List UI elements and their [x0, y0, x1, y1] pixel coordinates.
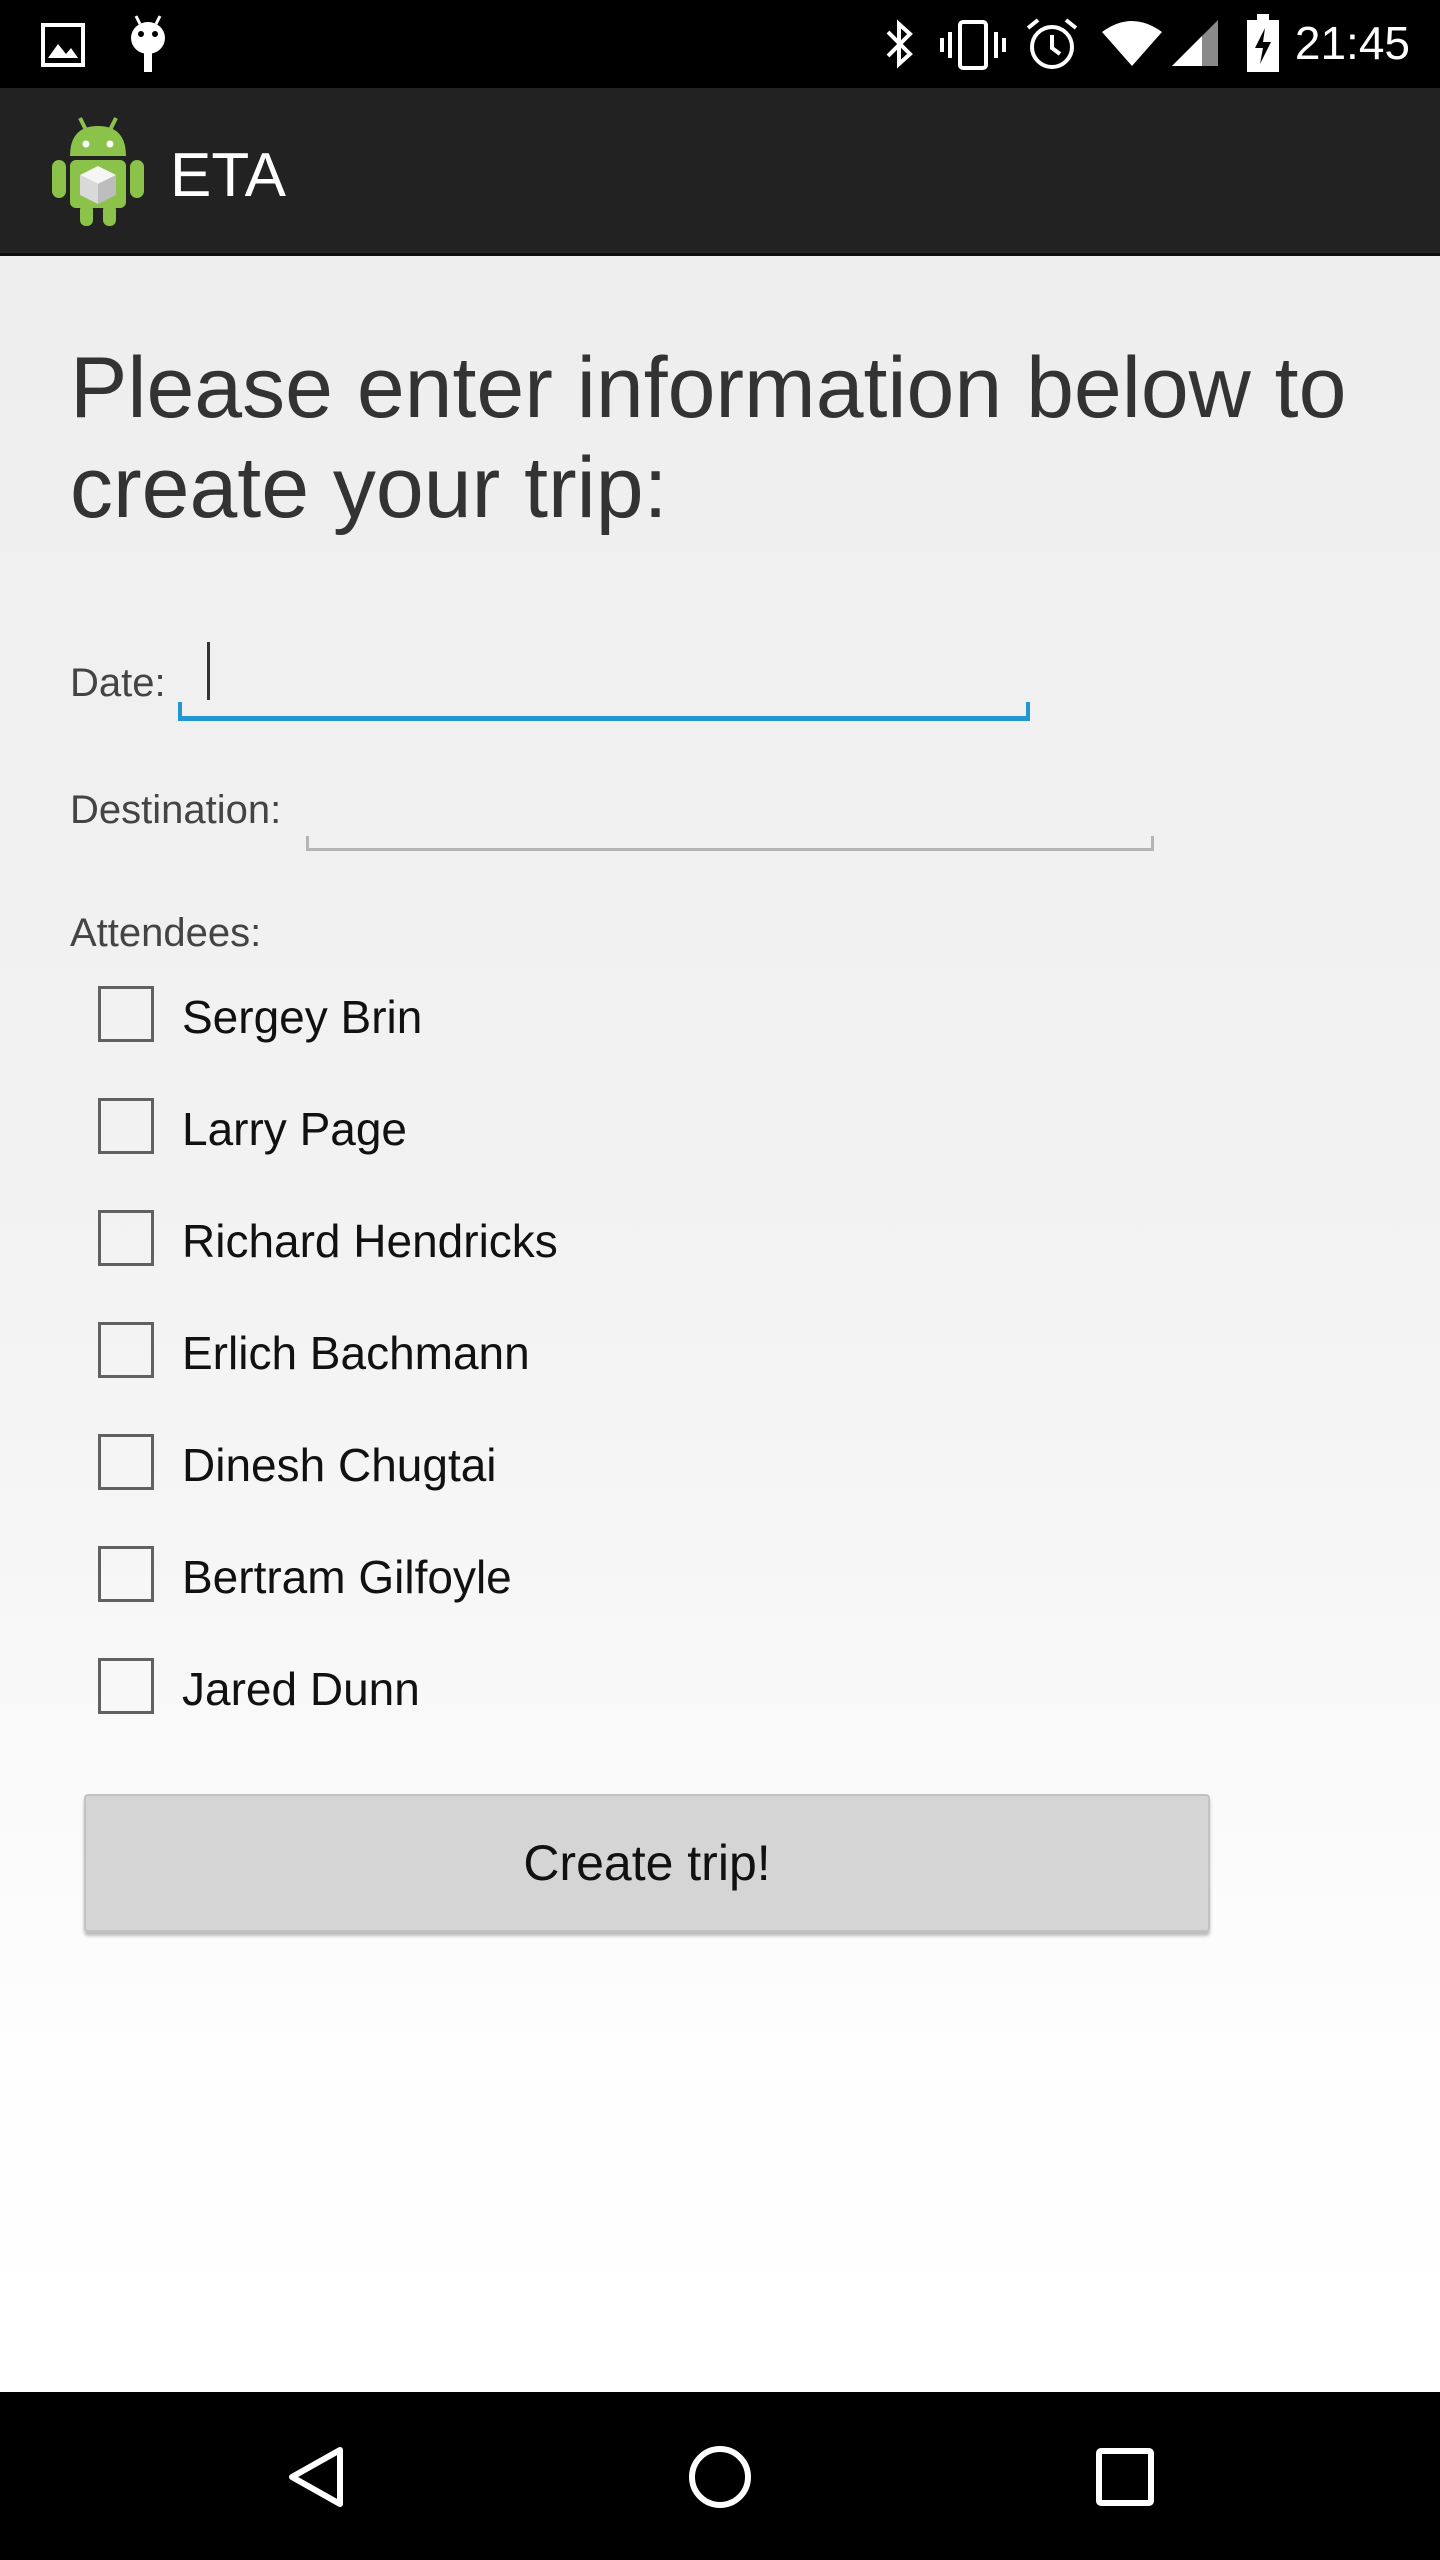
date-input-underline [178, 716, 1030, 721]
cell-signal-icon [1170, 18, 1220, 73]
status-time: 21:45 [1294, 17, 1410, 69]
vibrate-icon [940, 20, 1006, 75]
wifi-icon [1100, 18, 1164, 73]
attendee-name: Bertram Gilfoyle [182, 1551, 512, 1603]
destination-input[interactable] [310, 764, 1150, 844]
attendee-checkbox-row[interactable]: Larry Page [96, 1086, 996, 1172]
checkbox[interactable] [98, 1658, 154, 1714]
attendee-checkbox-row[interactable]: Sergey Brin [96, 974, 996, 1060]
checkbox[interactable] [98, 1434, 154, 1490]
recents-icon[interactable] [1080, 2432, 1170, 2522]
checkbox[interactable] [98, 1098, 154, 1154]
destination-input-underline [306, 848, 1154, 851]
attendee-checkbox-row[interactable]: Bertram Gilfoyle [96, 1534, 996, 1620]
destination-underline-tick-right [1151, 836, 1154, 851]
android-app-icon [48, 114, 148, 228]
checkbox[interactable] [98, 1210, 154, 1266]
battery-charging-icon [1246, 14, 1280, 77]
alarm-icon [1024, 16, 1080, 77]
date-input[interactable] [190, 636, 1020, 716]
attendee-name: Jared Dunn [182, 1663, 420, 1715]
checkbox[interactable] [98, 1322, 154, 1378]
app-title: ETA [170, 141, 286, 210]
attendee-name: Dinesh Chugtai [182, 1439, 497, 1491]
destination-underline-tick-left [306, 836, 309, 851]
attendee-checkbox-row[interactable]: Dinesh Chugtai [96, 1422, 996, 1508]
trip-form: Please enter information below to create… [0, 256, 1440, 2392]
action-bar: ETA [0, 88, 1440, 256]
date-label: Date: [70, 661, 166, 705]
navigation-bar [0, 2392, 1440, 2560]
checkbox[interactable] [98, 986, 154, 1042]
back-icon[interactable] [270, 2432, 360, 2522]
attendee-name: Richard Hendricks [182, 1215, 558, 1267]
status-bar: 21:45 [0, 0, 1440, 88]
android-debug-icon [124, 14, 172, 79]
attendee-checkbox-row[interactable]: Richard Hendricks [96, 1198, 996, 1284]
attendee-name: Erlich Bachmann [182, 1327, 530, 1379]
form-heading: Please enter information below to create… [70, 340, 1347, 536]
attendee-name: Sergey Brin [182, 991, 423, 1043]
bluetooth-icon [880, 18, 920, 77]
checkbox[interactable] [98, 1546, 154, 1602]
destination-label: Destination: [70, 788, 282, 832]
attendees-label: Attendees: [70, 911, 262, 955]
attendee-checkbox-row[interactable]: Erlich Bachmann [96, 1310, 996, 1396]
image-icon [40, 22, 86, 73]
attendee-checkbox-row[interactable]: Jared Dunn [96, 1646, 996, 1732]
date-underline-tick-right [1026, 702, 1030, 720]
text-cursor [207, 642, 210, 700]
date-underline-tick-left [178, 702, 182, 720]
attendee-name: Larry Page [182, 1103, 408, 1155]
create-trip-button[interactable]: Create trip! [84, 1794, 1210, 1932]
home-icon[interactable] [675, 2432, 765, 2522]
screen: 21:45 ETA Please enter information below… [0, 0, 1440, 2560]
